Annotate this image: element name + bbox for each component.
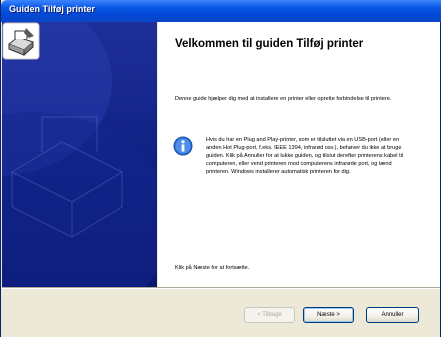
back-button[interactable]: < Tilbage xyxy=(244,307,295,323)
info-icon xyxy=(173,136,193,156)
title-bar[interactable]: Guiden Tilføj printer xyxy=(1,0,441,22)
wizard-heading: Velkommen til guiden Tilføj printer xyxy=(175,38,364,50)
wizard-intro-text: Denne guide hjælper dig med at installer… xyxy=(175,96,392,102)
add-printer-wizard-window: Guiden Tilføj printer Velkommen til guid… xyxy=(0,0,441,337)
next-hint-text: Klik på Næste for at fortsætte. xyxy=(175,265,250,271)
side-panel-watermark xyxy=(2,22,157,287)
button-bar-divider xyxy=(2,287,441,289)
window-title: Guiden Tilføj printer xyxy=(9,4,95,14)
next-button[interactable]: Næste > xyxy=(303,307,354,323)
printer-wizard-icon xyxy=(2,22,40,60)
wizard-side-panel xyxy=(2,22,157,287)
plug-and-play-info-text: Hvis du har en Plug and Play-printer, so… xyxy=(206,137,404,175)
cancel-button[interactable]: Annuller xyxy=(366,307,419,323)
wizard-content: Velkommen til guiden Tilføj printer Denn… xyxy=(158,22,441,287)
